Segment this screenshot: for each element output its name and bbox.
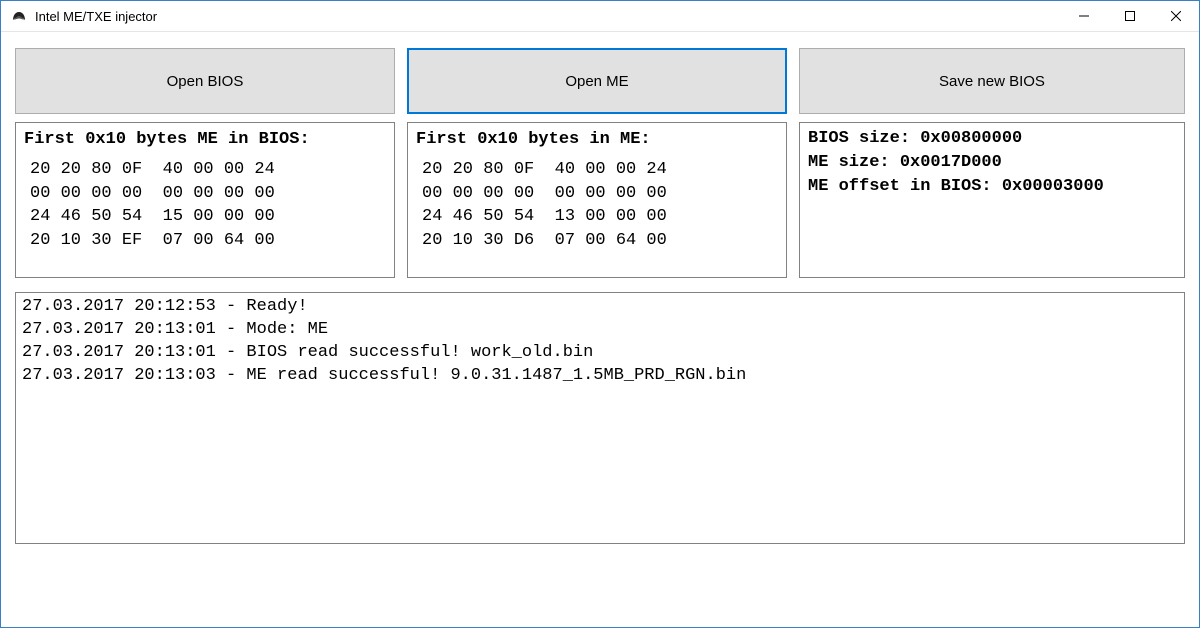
window-controls (1061, 1, 1199, 32)
bios-hex-body: 20 20 80 0F 40 00 00 24 00 00 00 00 00 0… (24, 158, 386, 253)
me-hex-header: First 0x10 bytes in ME: (416, 128, 778, 152)
bios-hex-panel: First 0x10 bytes ME in BIOS: 20 20 80 0F… (15, 122, 395, 278)
minimize-button[interactable] (1061, 1, 1107, 32)
open-me-button[interactable]: Open ME (407, 48, 787, 114)
titlebar: Intel ME/TXE injector (1, 1, 1199, 32)
me-hex-panel: First 0x10 bytes in ME: 20 20 80 0F 40 0… (407, 122, 787, 278)
me-hex-body: 20 20 80 0F 40 00 00 24 00 00 00 00 00 0… (416, 158, 778, 253)
top-row: Open BIOS First 0x10 bytes ME in BIOS: 2… (15, 48, 1185, 278)
window-title: Intel ME/TXE injector (35, 9, 157, 24)
maximize-button[interactable] (1107, 1, 1153, 32)
app-icon (11, 8, 27, 24)
client-area: Open BIOS First 0x10 bytes ME in BIOS: 2… (1, 32, 1199, 627)
close-button[interactable] (1153, 1, 1199, 32)
save-bios-button[interactable]: Save new BIOS (799, 48, 1185, 114)
open-bios-button[interactable]: Open BIOS (15, 48, 395, 114)
column-save: Save new BIOS BIOS size: 0x00800000 ME s… (799, 48, 1185, 278)
column-bios: Open BIOS First 0x10 bytes ME in BIOS: 2… (15, 48, 395, 278)
info-panel: BIOS size: 0x00800000 ME size: 0x0017D00… (799, 122, 1185, 278)
log-panel: 27.03.2017 20:12:53 - Ready! 27.03.2017 … (15, 292, 1185, 544)
main-window: Intel ME/TXE injector Open BIOS First 0x… (0, 0, 1200, 628)
column-me: Open ME First 0x10 bytes in ME: 20 20 80… (407, 48, 787, 278)
bios-hex-header: First 0x10 bytes ME in BIOS: (24, 128, 386, 152)
info-body: BIOS size: 0x00800000 ME size: 0x0017D00… (808, 127, 1176, 198)
